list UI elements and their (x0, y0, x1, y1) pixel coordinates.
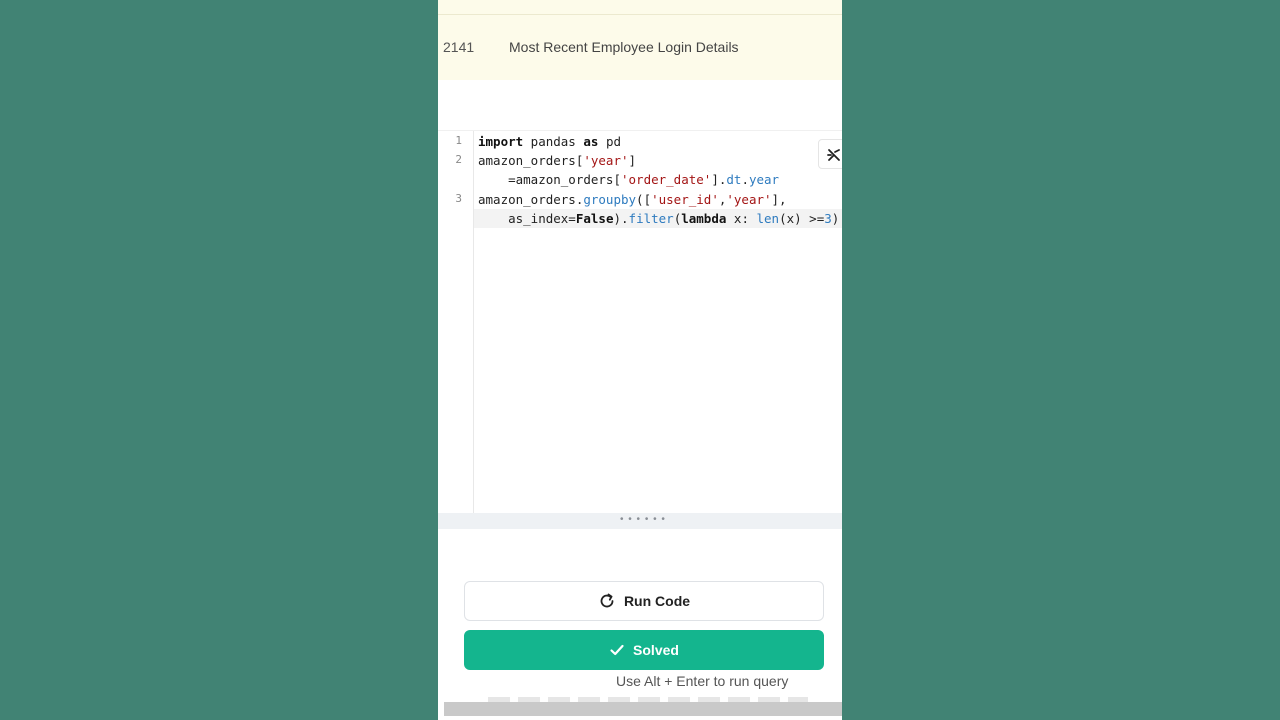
question-title[interactable]: Most Recent Employee Login Details (509, 39, 739, 55)
run-code-button[interactable]: Run Code (464, 581, 824, 621)
solved-label: Solved (633, 642, 679, 658)
format-toggle-button[interactable] (818, 139, 842, 169)
code-line-2-wrap[interactable]: =amazon_orders['order_date'].dt.year (478, 170, 779, 189)
horizontal-scrollbar[interactable] (444, 702, 842, 716)
code-line-3[interactable]: amazon_orders.groupby(['user_id','year']… (478, 190, 787, 209)
keyboard-hint: Use Alt + Enter to run query (616, 673, 789, 689)
line-number: 1 (455, 134, 462, 147)
code-line-3-wrap[interactable]: as_index=False).filter(lambda x: len(x) … (478, 209, 839, 228)
editor-resize-handle[interactable]: • • • • • • (438, 513, 842, 529)
divider (438, 14, 842, 15)
question-id: 2141 (443, 39, 475, 55)
run-code-label: Run Code (623, 593, 691, 609)
solved-button[interactable]: Solved (464, 630, 824, 670)
no-format-icon (827, 149, 840, 161)
code-line-2[interactable]: amazon_orders['year'] (478, 151, 636, 170)
refresh-icon (600, 593, 614, 608)
line-gutter: 1 2 3 (438, 131, 474, 514)
code-editor[interactable]: 1 2 3 import pandas as pd amazon_orders[… (438, 130, 842, 514)
code-line-1[interactable]: import pandas as pd (478, 132, 621, 151)
question-header: 2141 Most Recent Employee Login Details (438, 0, 842, 80)
check-icon (610, 644, 624, 656)
drag-dots-icon: • • • • • • (620, 514, 666, 525)
app-panel: 2141 Most Recent Employee Login Details … (438, 0, 842, 720)
line-number: 2 (455, 153, 462, 166)
line-number: 3 (455, 192, 462, 205)
